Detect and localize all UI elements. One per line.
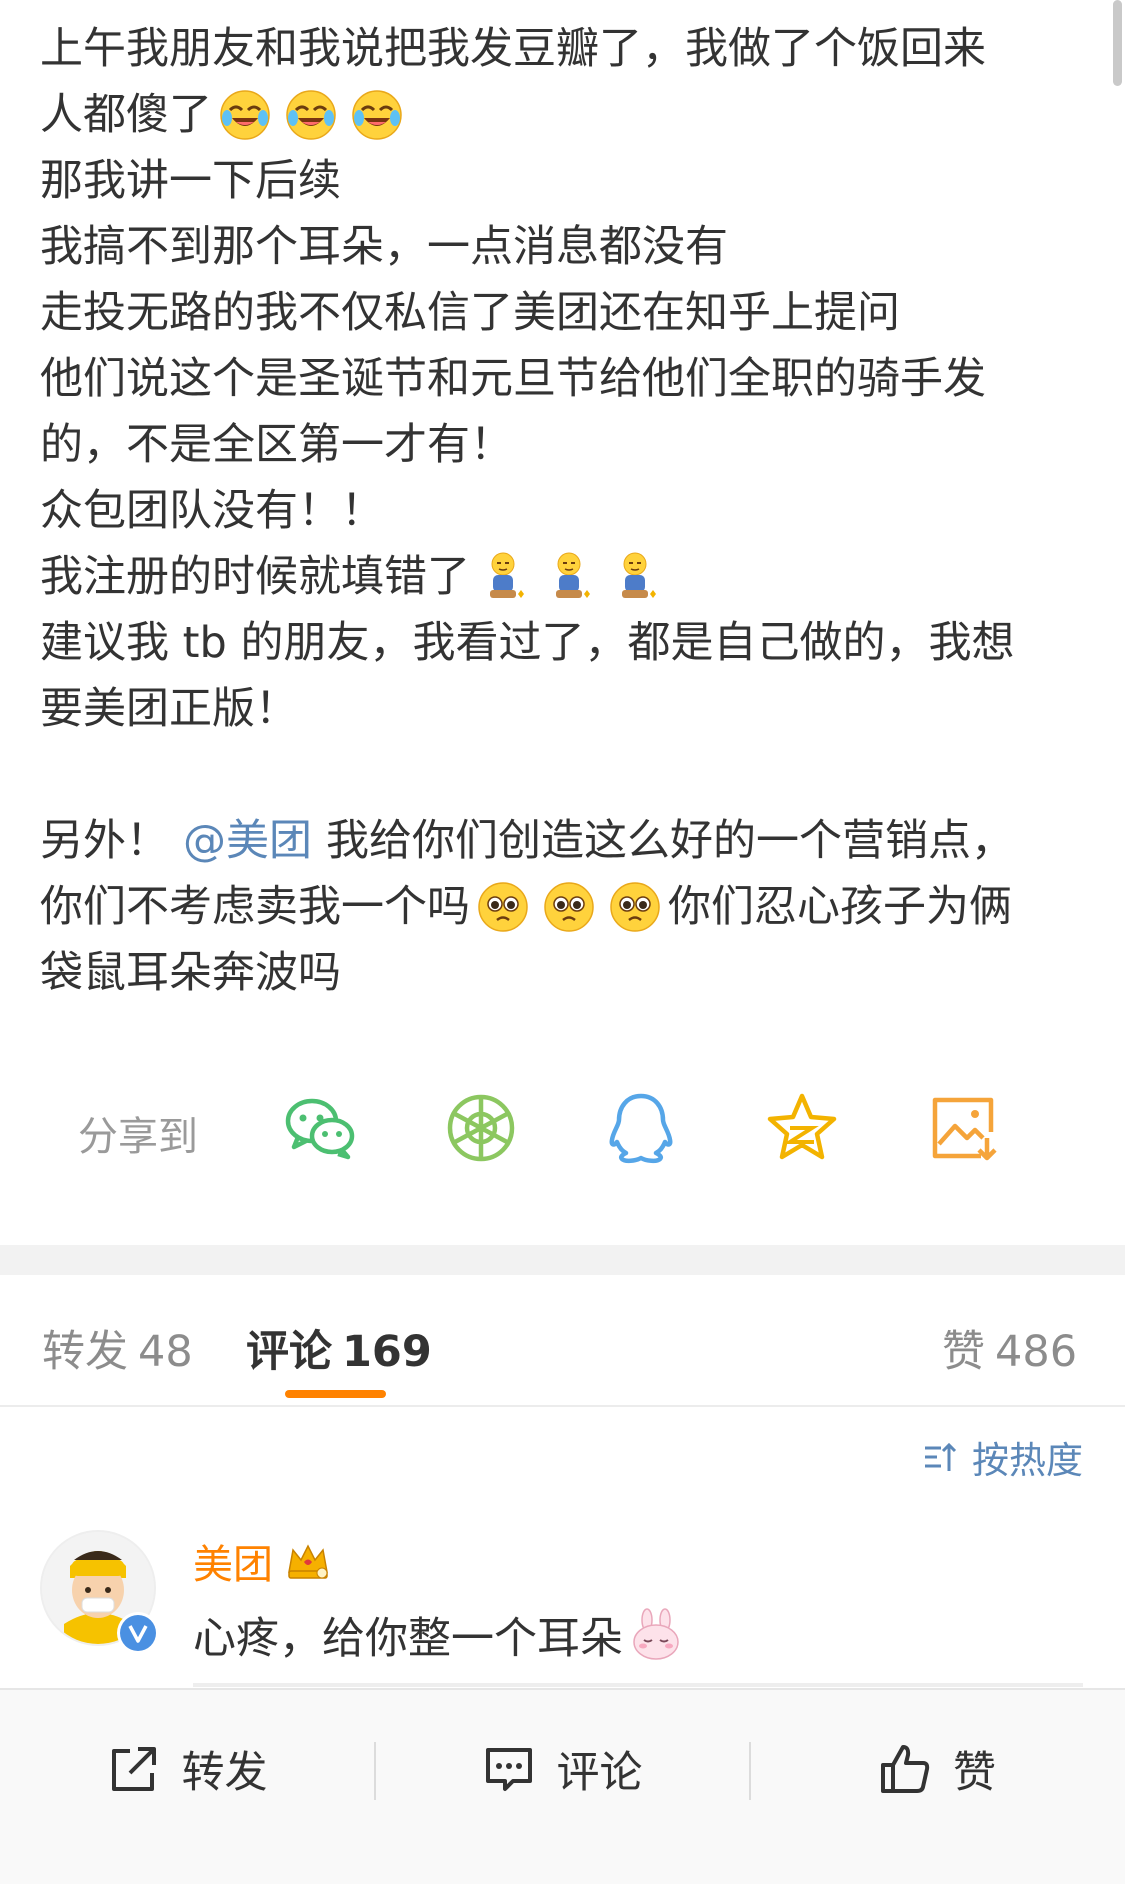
post-text: 你们忍心孩子为俩	[668, 882, 1012, 932]
mention-link[interactable]: @美团	[183, 808, 312, 874]
post-line: 众包团队没有！！	[40, 478, 1080, 544]
post-text: 我给你们创造这么好的一个营销点，	[326, 816, 1014, 866]
comment-item: 美团 心疼，给你整一个耳朵	[0, 1530, 1125, 1690]
tab-repost-count: 48	[138, 1327, 193, 1377]
post-text: 他们说这个是圣诞节和元旦节给他们全职的骑手发	[40, 354, 986, 404]
post-text: 你们不考虑卖我一个吗	[40, 882, 470, 932]
post-line: 建议我 tb 的朋友，我看过了，都是自己做的，我想	[40, 610, 1080, 676]
post-text: 那我讲一下后续	[40, 156, 341, 206]
post-text: 袋鼠耳朵奔波吗	[40, 948, 341, 998]
kneel-emoji-icon	[608, 550, 662, 604]
sort-icon	[925, 1442, 957, 1471]
post-text: 另外！	[40, 816, 169, 866]
save-image-icon[interactable]	[925, 1088, 1005, 1168]
vip-crown-icon	[288, 1544, 328, 1579]
tab-like-label: 赞	[942, 1327, 985, 1377]
pleading-emoji-icon	[608, 880, 662, 934]
post-text: 我注册的时候就填错了	[40, 552, 470, 602]
interaction-tabs: 转发 48 评论 169 赞 486	[0, 1275, 1125, 1405]
username-text: 美团	[193, 1542, 273, 1588]
thumbs-up-icon	[881, 1745, 930, 1793]
tab-comment[interactable]: 评论 169	[246, 1317, 432, 1379]
post-line: 上午我朋友和我说把我发豆瓣了，我做了个饭回来	[40, 16, 1080, 82]
like-button[interactable]: 赞	[750, 1724, 1125, 1814]
tab-repost[interactable]: 转发 48	[42, 1317, 193, 1379]
post-text: 众包团队没有！！	[40, 486, 384, 536]
post-line: 人都傻了	[40, 82, 1080, 148]
comment-body: 心疼，给你整一个耳朵	[193, 1614, 623, 1664]
wechat-icon[interactable]	[280, 1088, 360, 1168]
verified-badge-icon	[117, 1612, 159, 1654]
like-label: 赞	[953, 1748, 996, 1798]
tab-like-count: 486	[995, 1327, 1078, 1377]
tabs-divider	[0, 1405, 1125, 1407]
post-line: 他们说这个是圣诞节和元旦节给他们全职的骑手发	[40, 346, 1080, 412]
post-text: 人都傻了	[40, 90, 212, 140]
tab-like[interactable]: 赞 486	[942, 1317, 1077, 1379]
kneel-emoji-icon	[542, 550, 596, 604]
post-text: 的，不是全区第一才有！	[40, 420, 513, 470]
reply-preview-strip	[193, 1683, 1083, 1687]
post-line: 要美团正版！	[40, 676, 1080, 742]
laugh-cry-emoji-icon	[284, 88, 338, 142]
qq-icon[interactable]	[601, 1088, 681, 1168]
share-row: 分享到	[0, 1088, 1125, 1168]
post-body: 上午我朋友和我说把我发豆瓣了，我做了个饭回来 人都傻了 那我讲一下后续 我搞不到…	[40, 16, 1080, 1006]
comment-text: 心疼，给你整一个耳朵	[193, 1604, 689, 1666]
post-text: 上午我朋友和我说把我发豆瓣了，我做了个饭回来	[40, 24, 986, 74]
moments-icon[interactable]	[441, 1088, 521, 1168]
bottom-action-bar: 转发 评论 赞	[0, 1688, 1125, 1884]
post-line: 袋鼠耳朵奔波吗	[40, 940, 1080, 1006]
comment-label: 评论	[556, 1748, 643, 1798]
post-text: 我搞不到那个耳朵，一点消息都没有	[40, 222, 728, 272]
post-text: 要美团正版！	[40, 684, 298, 734]
laugh-cry-emoji-icon	[218, 88, 272, 142]
bunny-emoji-icon	[629, 1608, 683, 1662]
qzone-icon[interactable]	[762, 1088, 842, 1168]
comment-icon	[485, 1748, 532, 1791]
post-line: 我搞不到那个耳朵，一点消息都没有	[40, 214, 1080, 280]
comment-username[interactable]: 美团	[193, 1532, 331, 1590]
post-line: 那我讲一下后续	[40, 148, 1080, 214]
post-text: 建议我 tb 的朋友，我看过了，都是自己做的，我想	[40, 618, 1015, 668]
post-line: 我注册的时候就填错了	[40, 544, 1080, 610]
post-line: 的，不是全区第一才有！	[40, 412, 1080, 478]
tab-comment-count: 169	[342, 1327, 432, 1377]
sort-by-heat-button[interactable]: 按热度	[922, 1432, 1083, 1482]
active-tab-indicator	[285, 1390, 386, 1398]
laugh-cry-emoji-icon	[350, 88, 404, 142]
kneel-emoji-icon	[476, 550, 530, 604]
scrollbar[interactable]	[1113, 0, 1122, 86]
sort-label: 按热度	[972, 1439, 1083, 1482]
share-label: 分享到	[78, 1114, 198, 1160]
comment-button[interactable]: 评论	[375, 1724, 750, 1814]
pleading-emoji-icon	[476, 880, 530, 934]
tab-repost-label: 转发	[42, 1327, 128, 1377]
post-line: 另外！ @美团 我给你们创造这么好的一个营销点，	[40, 808, 1080, 874]
post-line: 走投无路的我不仅私信了美团还在知乎上提问	[40, 280, 1080, 346]
share-out-icon	[111, 1747, 156, 1791]
post-line: 你们不考虑卖我一个吗 你们忍心孩子为俩	[40, 874, 1080, 940]
post-text: 走投无路的我不仅私信了美团还在知乎上提问	[40, 288, 900, 338]
section-divider	[0, 1245, 1125, 1275]
repost-label: 转发	[181, 1748, 268, 1798]
repost-button[interactable]: 转发	[0, 1724, 375, 1814]
pleading-emoji-icon	[542, 880, 596, 934]
tab-comment-label: 评论	[246, 1327, 332, 1377]
